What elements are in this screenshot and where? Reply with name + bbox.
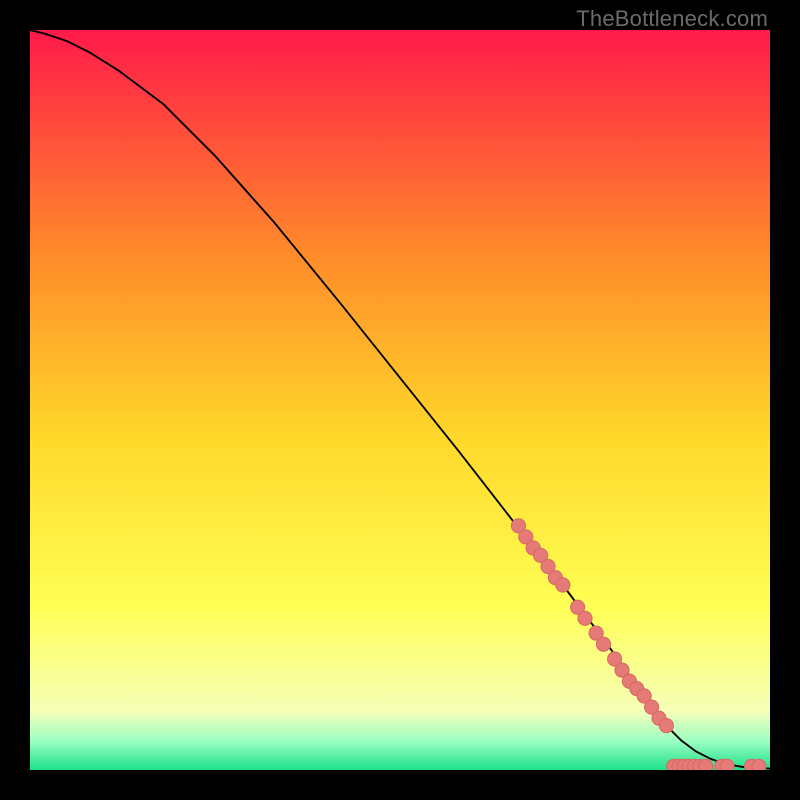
chart-plot-area (30, 30, 770, 770)
data-point (699, 759, 713, 770)
watermark-text: TheBottleneck.com (576, 6, 768, 32)
data-point (659, 719, 673, 733)
chart-scatter-points (30, 30, 770, 770)
data-point (752, 759, 766, 770)
data-point (596, 637, 610, 651)
data-point (720, 759, 734, 770)
data-point (578, 611, 592, 625)
data-point (556, 578, 570, 592)
